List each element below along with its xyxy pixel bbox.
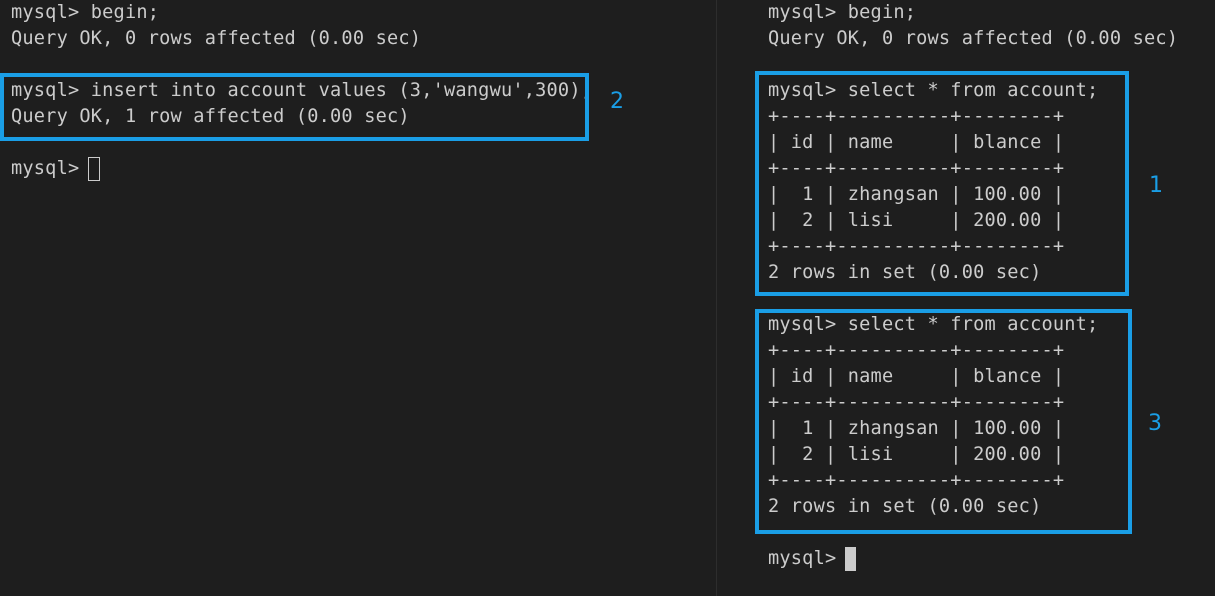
highlight-box-2 xyxy=(0,73,589,141)
annotation-label-3: 3 xyxy=(1148,411,1162,436)
terminal-prompt: mysql> xyxy=(11,158,91,179)
left-terminal-pane[interactable]: mysql> begin; Query OK, 0 rows affected … xyxy=(0,0,716,596)
terminal-line: mysql> begin; xyxy=(11,2,160,23)
terminal-line: Query OK, 0 rows affected (0.00 sec) xyxy=(11,28,422,49)
terminal-line: mysql> begin; xyxy=(768,2,917,23)
terminal-cursor xyxy=(88,157,100,181)
terminal-cursor xyxy=(845,547,856,571)
highlight-box-3 xyxy=(755,309,1132,534)
highlight-box-1 xyxy=(755,71,1129,296)
terminal-prompt: mysql> xyxy=(768,548,848,569)
right-terminal-pane[interactable]: mysql> begin; Query OK, 0 rows affected … xyxy=(717,0,1215,596)
annotation-label-1: 1 xyxy=(1149,173,1163,198)
terminal-line: Query OK, 0 rows affected (0.00 sec) xyxy=(768,28,1179,49)
annotation-label-2: 2 xyxy=(610,89,624,114)
